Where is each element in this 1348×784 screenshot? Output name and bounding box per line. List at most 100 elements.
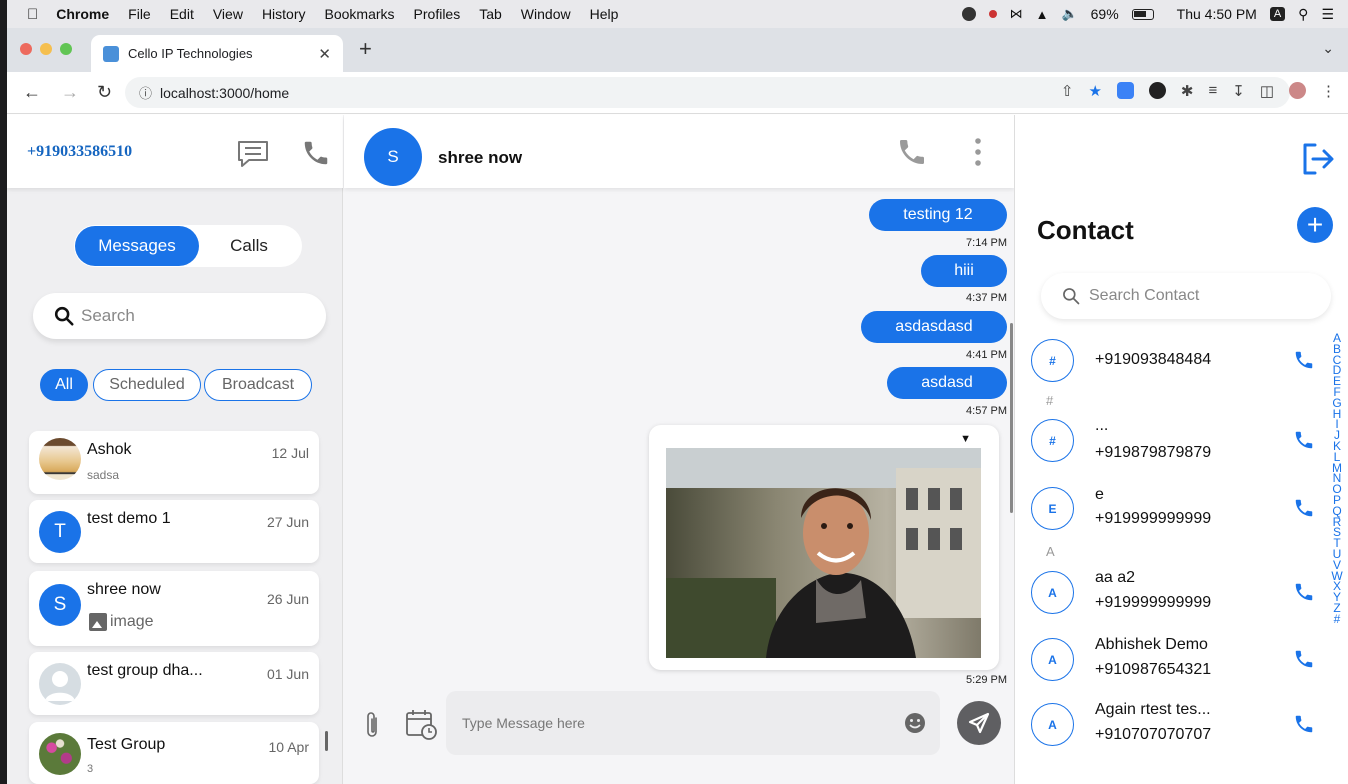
calendar-clock-icon[interactable] — [404, 707, 438, 741]
extensions-puzzle-icon[interactable]: ✱ — [1181, 82, 1194, 100]
contact-row[interactable]: A Abhishek Demo +910987654321 — [1015, 634, 1325, 688]
site-info-icon[interactable]: ⓘ — [139, 83, 152, 102]
menu-edit[interactable]: Edit — [170, 6, 194, 22]
message-input-box[interactable] — [446, 691, 940, 755]
filter-all[interactable]: All — [40, 369, 88, 401]
contact-row[interactable]: E e +919999999999 — [1015, 483, 1325, 537]
contact-avatar[interactable]: S — [364, 128, 422, 186]
clock[interactable]: Thu 4:50 PM — [1177, 6, 1257, 22]
download-icon[interactable]: ↧ — [1232, 82, 1245, 100]
phone-icon[interactable] — [301, 137, 331, 169]
new-tab-button[interactable]: + — [359, 36, 372, 62]
reload-icon[interactable]: ↻ — [97, 82, 112, 103]
contact-line2: +919999999999 — [1095, 594, 1212, 611]
tab-calls[interactable]: Calls — [214, 225, 284, 267]
alphabet-letter[interactable]: # — [1334, 613, 1341, 625]
phone-icon[interactable] — [1293, 429, 1315, 451]
attach-icon[interactable] — [362, 709, 382, 741]
send-button[interactable] — [957, 701, 1001, 745]
extension-status-icon[interactable] — [961, 7, 976, 21]
phone-icon[interactable] — [1293, 349, 1315, 371]
close-tab-icon[interactable]: ✕ — [318, 45, 331, 63]
message-bubble[interactable]: asdasdasd — [861, 311, 1007, 343]
filter-broadcast[interactable]: Broadcast — [204, 369, 312, 401]
chat-contact-name[interactable]: shree now — [438, 148, 522, 168]
close-window-button[interactable] — [20, 43, 32, 55]
photo-portrait[interactable] — [666, 448, 981, 658]
zoom-window-button[interactable] — [60, 43, 72, 55]
more-vertical-icon[interactable] — [972, 136, 984, 168]
search-input[interactable] — [81, 306, 301, 326]
forward-icon[interactable]: → — [61, 82, 79, 103]
bluetooth-icon[interactable]: ⋈ — [1010, 6, 1023, 22]
conversation-search[interactable] — [33, 293, 326, 339]
contact-row[interactable]: # +919093848484 — [1015, 335, 1325, 389]
emoji-icon[interactable] — [904, 712, 926, 734]
back-icon[interactable]: ← — [23, 82, 41, 103]
conversation-item[interactable]: Test Group 10 Apr 3 — [29, 722, 319, 784]
side-panel-icon[interactable]: ◫ — [1260, 82, 1274, 100]
battery-percent[interactable]: 69% — [1091, 6, 1119, 22]
conversation-item[interactable]: S shree now 26 Jun image — [29, 571, 319, 646]
contact-search-input[interactable] — [1089, 287, 1319, 305]
spotlight-icon[interactable]: ⚲ — [1298, 6, 1308, 23]
avatar: T — [39, 511, 81, 553]
contact-line1: ... — [1095, 417, 1109, 434]
share-icon[interactable]: ⇧ — [1061, 82, 1074, 100]
chat-bubble-icon[interactable] — [236, 139, 270, 169]
input-source-icon[interactable]: A — [1269, 7, 1286, 21]
logout-icon[interactable] — [1297, 139, 1337, 179]
menu-app[interactable]: Chrome — [56, 6, 109, 22]
menu-bookmarks[interactable]: Bookmarks — [325, 6, 395, 22]
extension-f-icon[interactable] — [1116, 82, 1134, 99]
profile-avatar[interactable] — [1289, 82, 1306, 99]
image-message[interactable]: ▼ — [649, 425, 999, 670]
contact-row[interactable]: # ... +919879879879 — [1015, 415, 1325, 469]
browser-tab[interactable]: Cello IP Technologies ✕ — [91, 35, 343, 72]
menu-history[interactable]: History — [262, 6, 306, 22]
contact-search[interactable] — [1041, 273, 1331, 319]
message-time: 4:41 PM — [966, 349, 1007, 361]
contact-row[interactable]: A aa a2 +919999999999 — [1015, 567, 1325, 621]
minimize-window-button[interactable] — [40, 43, 52, 55]
conversation-item[interactable]: T test demo 1 27 Jun — [29, 500, 319, 563]
volume-icon[interactable]: 🔈 — [1061, 6, 1077, 22]
phone-icon[interactable] — [896, 136, 928, 168]
menu-file[interactable]: File — [128, 6, 151, 22]
message-bubble[interactable]: asdasd — [887, 367, 1007, 399]
menu-profiles[interactable]: Profiles — [414, 6, 461, 22]
extension-dark-icon[interactable] — [1148, 82, 1166, 99]
reading-list-icon[interactable]: ≡ — [1208, 82, 1217, 100]
tab-messages[interactable]: Messages — [75, 226, 199, 266]
phone-icon[interactable] — [1293, 581, 1315, 603]
message-bubble[interactable]: testing 12 — [869, 199, 1007, 231]
message-input[interactable] — [462, 715, 862, 731]
record-icon[interactable] — [988, 10, 997, 18]
apple-icon[interactable]:  — [27, 6, 38, 23]
url-text[interactable]: localhost:3000/home — [160, 85, 289, 101]
menu-view[interactable]: View — [213, 6, 243, 22]
avatar — [39, 438, 81, 480]
menu-help[interactable]: Help — [590, 6, 619, 22]
conversation-item[interactable]: test group dha... 01 Jun — [29, 652, 319, 715]
browser-menu-icon[interactable]: ⋮ — [1321, 82, 1336, 100]
scrollbar[interactable] — [1010, 323, 1013, 513]
control-center-icon[interactable]: ☰ — [1321, 6, 1334, 23]
phone-icon[interactable] — [1293, 713, 1315, 735]
menu-window[interactable]: Window — [521, 6, 571, 22]
add-contact-button[interactable]: + — [1297, 207, 1333, 243]
message-options-icon[interactable]: ▼ — [960, 433, 971, 445]
tab-search-chevron-icon[interactable]: ⌄ — [1322, 40, 1334, 57]
phone-icon[interactable] — [1293, 648, 1315, 670]
menu-tab[interactable]: Tab — [479, 6, 502, 22]
message-bubble[interactable]: hiii — [921, 255, 1007, 287]
battery-icon[interactable] — [1131, 8, 1154, 20]
scrollbar[interactable] — [325, 731, 328, 751]
bookmark-star-icon[interactable]: ★ — [1088, 82, 1101, 100]
wifi-icon[interactable]: ▲ — [1036, 7, 1049, 22]
conversation-name: test group dha... — [87, 662, 203, 679]
phone-icon[interactable] — [1293, 497, 1315, 519]
filter-scheduled[interactable]: Scheduled — [93, 369, 201, 401]
contact-row[interactable]: A Again rtest tes... +910707070707 — [1015, 699, 1325, 753]
conversation-item[interactable]: Ashok 12 Jul sadsa — [29, 431, 319, 494]
